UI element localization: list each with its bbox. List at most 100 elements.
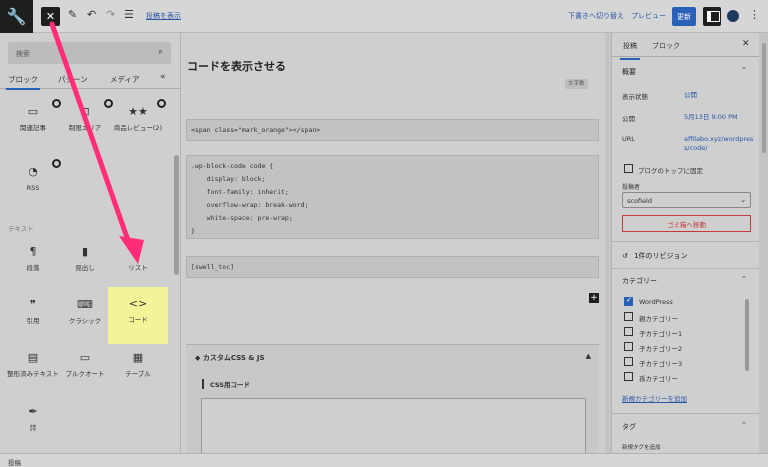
- block-classic[interactable]: ⌨ クラシック: [55, 290, 115, 345]
- sticky-label: ブログのトップに固定: [638, 167, 703, 175]
- tags-heading[interactable]: タグ: [622, 422, 636, 432]
- undo-icon[interactable]: ↶: [87, 8, 96, 21]
- category-checkbox[interactable]: [624, 296, 633, 306]
- css-code-textarea[interactable]: [201, 398, 586, 458]
- chevron-up-icon[interactable]: ⌃: [741, 275, 747, 283]
- block-code[interactable]: <> コード: [108, 287, 168, 344]
- breadcrumb-footer: 投稿: [0, 453, 768, 467]
- section-text-label: テキスト: [8, 225, 34, 233]
- search-placeholder: 検索: [16, 50, 30, 58]
- tab-blocks[interactable]: ブロック: [6, 74, 40, 90]
- chevron-up-icon[interactable]: ⌃: [741, 66, 747, 74]
- inserter-scrollbar[interactable]: [174, 155, 179, 275]
- editor-canvas: コードを表示させる 文字数 <span class="mark_orange">…: [181, 33, 611, 458]
- category-checkbox[interactable]: [624, 327, 633, 336]
- move-to-trash-button[interactable]: ゴミ箱へ移動: [622, 215, 751, 232]
- search-icon: ⌕: [157, 47, 163, 57]
- scrollbar-thumb[interactable]: [762, 43, 766, 153]
- sidebar-scrollbar[interactable]: [759, 33, 768, 453]
- more-options-icon[interactable]: ⋮: [749, 8, 760, 21]
- redo-icon[interactable]: ↷: [106, 8, 115, 21]
- block-quote[interactable]: ❞ 引用: [3, 290, 63, 345]
- breadcrumb[interactable]: 投稿: [8, 457, 21, 467]
- add-tag-label: 新規タグを追加: [622, 445, 661, 451]
- tab-post[interactable]: 投稿: [620, 41, 640, 60]
- swell-logo-icon[interactable]: [727, 10, 739, 22]
- url-value[interactable]: affilabo.xyz/wordpres s/code/: [684, 135, 753, 153]
- categories-heading[interactable]: カテゴリー: [622, 276, 657, 286]
- author-select[interactable]: scofield ⌄: [622, 192, 751, 208]
- custom-css-heading[interactable]: ◆ カスタムCSS & JS: [195, 353, 265, 363]
- view-post-link[interactable]: 投稿を表示: [146, 11, 181, 21]
- css-code-label: CSS用コード: [202, 379, 250, 389]
- code-block-3[interactable]: [swell_toc]: [186, 256, 599, 278]
- block-preformatted[interactable]: ▤ 整形済みテキスト: [3, 343, 63, 398]
- block-rss[interactable]: ◔ RSS: [3, 157, 63, 212]
- block-verse[interactable]: ✒ 詩: [3, 397, 63, 452]
- chevron-down-icon: ⌄: [740, 196, 746, 204]
- add-category-link[interactable]: 新規カテゴリーを追加: [622, 395, 687, 404]
- table-icon: ▦: [132, 351, 144, 364]
- list-view-icon[interactable]: ☰: [124, 8, 134, 21]
- block-related-posts[interactable]: ▭ 関連記事: [3, 97, 63, 152]
- list-icon: ⋮: [132, 245, 144, 258]
- code-line: overflow-wrap: break-word;: [191, 201, 309, 209]
- block-restricted-area[interactable]: ⊡ 制限エリア: [55, 97, 115, 152]
- category-checkbox[interactable]: [624, 372, 633, 381]
- summary-heading[interactable]: 概要: [622, 67, 636, 77]
- custom-css-panel: ◆ カスタムCSS & JS ▲ CSS用コード: [186, 344, 599, 458]
- revisions-item[interactable]: ↺ 1件のリビジョン: [622, 251, 688, 261]
- code-block-2[interactable]: .wp-block-code code { display: block; fo…: [186, 155, 599, 239]
- code-line: display: block;: [191, 175, 266, 183]
- tab-patterns[interactable]: パターン: [58, 74, 88, 85]
- settings-sidebar: 投稿 ブロック ✕ 概要 ⌃ 表示状態 公開 公開 5月13日 9:00 PM …: [611, 33, 768, 453]
- block-table[interactable]: ▦ テーブル: [108, 343, 168, 398]
- wordpress-logo-icon[interactable]: 🔧: [0, 0, 33, 33]
- close-inserter-button[interactable]: ✕: [41, 7, 60, 26]
- close-icon[interactable]: ✕: [742, 39, 750, 49]
- block-paragraph[interactable]: ¶ 段落: [3, 237, 63, 292]
- code-line: [swell_toc]: [191, 263, 235, 271]
- preview-button[interactable]: プレビュー: [631, 11, 666, 21]
- tab-block[interactable]: ブロック: [652, 41, 680, 51]
- tab-media[interactable]: メディア: [110, 74, 139, 85]
- category-checkbox[interactable]: [624, 312, 633, 321]
- preformatted-icon: ▤: [27, 351, 39, 364]
- divider: [612, 268, 759, 269]
- category-checkbox[interactable]: [624, 357, 633, 366]
- block-list[interactable]: ⋮ リスト: [108, 237, 168, 292]
- pullquote-icon: ▭: [79, 351, 91, 364]
- post-title[interactable]: コードを表示させる: [187, 58, 286, 74]
- author-label: 投稿者: [622, 184, 641, 191]
- category-label: 孫カテゴリー: [639, 375, 678, 383]
- pencil-tool-icon[interactable]: ✎: [68, 8, 77, 21]
- category-label: 子カテゴリー3: [639, 360, 683, 368]
- category-label: 子カテゴリー2: [639, 345, 683, 353]
- inserter-tabs: ブロック パターン メディア «: [0, 70, 180, 90]
- code-line: white-space: pre-wrap;: [191, 214, 293, 222]
- sticky-checkbox[interactable]: [624, 164, 633, 173]
- block-heading[interactable]: ▮ 見出し: [55, 237, 115, 292]
- publish-date-value[interactable]: 5月13日 9:00 PM: [684, 113, 738, 122]
- update-button[interactable]: 更新: [672, 7, 696, 26]
- category-label: 子カテゴリー1: [639, 330, 683, 338]
- settings-toggle-icon[interactable]: [703, 7, 721, 26]
- collapse-panel-icon[interactable]: «: [160, 72, 166, 82]
- visibility-value[interactable]: 公開: [684, 91, 697, 100]
- url-label: URL: [622, 135, 635, 143]
- category-list-scrollbar[interactable]: [745, 299, 749, 371]
- block-search-input[interactable]: 検索 ⌕: [8, 42, 171, 64]
- block-pullquote[interactable]: ▭ プルクオート: [55, 343, 115, 398]
- block-inserter-panel: 検索 ⌕ ブロック パターン メディア « ▭ 関連記事 ⊡ 制限エリア ★★ …: [0, 33, 181, 453]
- block-product-review[interactable]: ★★ 商品レビュー(2): [108, 97, 168, 152]
- switch-to-draft-button[interactable]: 下書きへ切り替え: [568, 11, 624, 21]
- chevron-up-icon[interactable]: ⌃: [741, 421, 747, 429]
- divider: [612, 413, 759, 414]
- code-block-1[interactable]: <span class="mark_orange"></span>: [186, 119, 599, 141]
- swell-badge-icon: [52, 159, 61, 168]
- chevron-up-icon[interactable]: ▲: [586, 352, 591, 360]
- paragraph-icon: ¶: [29, 245, 37, 258]
- category-checkbox[interactable]: [624, 342, 633, 351]
- code-line: font-family: inherit;: [191, 188, 289, 196]
- add-block-button[interactable]: +: [589, 293, 599, 303]
